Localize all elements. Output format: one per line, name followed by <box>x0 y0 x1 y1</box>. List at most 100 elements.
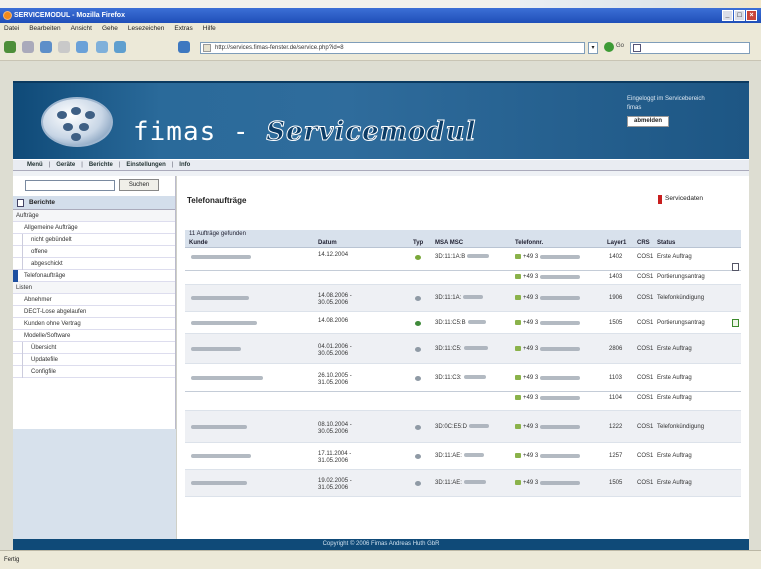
bookmark-icon[interactable] <box>178 41 190 53</box>
phone-value: +49 3 <box>523 395 539 402</box>
menu-bearbeiten[interactable]: Bearbeiten <box>29 23 60 35</box>
sidebar-item-5[interactable]: Telefonaufträge <box>13 270 175 282</box>
search-button[interactable]: Suchen <box>119 179 159 191</box>
nav-geraete[interactable]: Geräte <box>56 162 75 168</box>
url-dropdown-icon[interactable]: ▾ <box>588 42 598 54</box>
cell-layer1: 1505 <box>609 480 623 486</box>
home-icon[interactable] <box>76 41 88 53</box>
close-button[interactable]: × <box>746 10 757 21</box>
col-layer1[interactable]: Layer1 <box>607 239 626 248</box>
cell-status: Erste Auftrag <box>657 375 692 381</box>
go-icon[interactable] <box>604 42 614 52</box>
col-msa-msc[interactable]: MSA MSC <box>435 239 463 248</box>
table-header: Kunde Datum Typ MSA MSC Telefonnr. Layer… <box>185 239 741 248</box>
sidebar-item-0[interactable]: Aufträge <box>13 210 175 222</box>
cell-layer1: 1257 <box>609 453 623 459</box>
sidebar-item-10[interactable]: Modelle/Software <box>13 330 175 342</box>
sidebar-item-6[interactable]: Listen <box>13 282 175 294</box>
table-row[interactable]: 04.01.2006 - 30.05.2006 3D:11:C5: +49 3 280… <box>185 334 741 364</box>
redacted-phone <box>540 254 581 259</box>
menu-hilfe[interactable]: Hilfe <box>203 23 216 35</box>
minimize-button[interactable]: _ <box>722 10 733 21</box>
table-row[interactable]: 19.02.2005 - 31.05.2006 3D:11:AE: +49 3 150… <box>185 470 741 497</box>
col-datum[interactable]: Datum <box>318 239 337 248</box>
main-nav: Menü | Geräte | Berichte | Einstellungen | I… <box>13 159 749 171</box>
sidebar-section-header[interactable]: Berichte <box>13 196 175 210</box>
sidebar-search: Suchen <box>13 176 175 196</box>
redacted-phone <box>540 453 581 458</box>
phone-line: +49 3 1505 COS1 Erste Auftrag <box>185 477 741 490</box>
col-status[interactable]: Status <box>657 239 675 248</box>
sidebar-item-label: nicht gebündelt <box>31 237 72 243</box>
sidebar-item-4[interactable]: abgeschickt <box>13 258 175 270</box>
document-icon[interactable] <box>732 263 739 271</box>
col-kunde[interactable]: Kunde <box>189 239 208 248</box>
table-row[interactable]: 14.08.2006 - 30.05.2006 3D:11:1A: +49 3 190… <box>185 285 741 312</box>
col-telefonnr[interactable]: Telefonnr. <box>515 239 543 248</box>
cell-crs: COS1 <box>637 424 654 430</box>
table-row[interactable]: 14.12.2004 3D:11:1A:B +49 3 1402 COS1 Erste A… <box>185 249 741 285</box>
phone-line: +49 3 1906 COS1 Telefonkündigung <box>185 292 741 305</box>
cell-layer1: 1403 <box>609 274 623 280</box>
sidebar-item-1[interactable]: Allgemeine Aufträge <box>13 222 175 234</box>
nav-einstellungen[interactable]: Einstellungen <box>126 162 165 168</box>
document-icon[interactable] <box>732 319 739 327</box>
sidebar-item-11[interactable]: Übersicht <box>13 342 175 354</box>
brand-suffix: Servicemodul <box>266 117 477 148</box>
sidebar-item-7[interactable]: Abnehmer <box>13 294 175 306</box>
servicedaten-link[interactable]: Servicedaten <box>658 195 703 204</box>
phone-line: +49 3 1257 COS1 Erste Auftrag <box>185 450 741 463</box>
logout-button[interactable]: abmelden <box>627 116 670 127</box>
phone-value: +49 3 <box>523 453 539 460</box>
back-icon[interactable] <box>4 41 16 53</box>
cell-crs: COS1 <box>637 453 654 459</box>
sidebar-item-2[interactable]: nicht gebündelt <box>13 234 175 246</box>
table-row[interactable]: 08.10.2004 - 30.05.2006 3D:0C:E5:D +49 3 12… <box>185 411 741 443</box>
table-row[interactable]: 26.10.2005 - 31.05.2006 3D:11:C3: +49 3 110… <box>185 364 741 411</box>
menu-datei[interactable]: Datei <box>4 23 19 35</box>
sidebar-item-8[interactable]: DECT-Lose abgelaufen <box>13 306 175 318</box>
menu-gehe[interactable]: Gehe <box>102 23 118 35</box>
table-row[interactable]: 17.11.2004 - 31.05.2006 3D:11:AE: +49 3 125… <box>185 443 741 470</box>
sidebar-item-label: offene <box>31 249 48 255</box>
window-icon[interactable] <box>114 41 126 53</box>
cell-status: Erste Auftrag <box>657 395 692 401</box>
cell-layer1: 1103 <box>609 375 622 381</box>
col-typ[interactable]: Typ <box>413 239 423 248</box>
url-bar[interactable]: http://services.fimas-fenster.de/service… <box>200 42 585 54</box>
stop-icon[interactable] <box>58 41 70 53</box>
phone-value: +49 3 <box>523 375 539 382</box>
sidebar-item-13[interactable]: Configfile <box>13 366 175 378</box>
cell-telefonnr: +49 3 <box>515 346 581 352</box>
menu-lesezeichen[interactable]: Lesezeichen <box>128 23 165 35</box>
new-tab-icon[interactable] <box>96 41 108 53</box>
search-input[interactable] <box>25 180 115 191</box>
page-content: fimas - Servicemodul Eingeloggt im Servi… <box>0 61 761 550</box>
go-label[interactable]: Go <box>616 43 624 49</box>
sidebar-item-label: Übersicht <box>31 345 57 351</box>
nav-menu[interactable]: Menü <box>27 162 43 168</box>
maximize-button[interactable]: □ <box>734 10 745 21</box>
web-search-input[interactable] <box>630 42 750 54</box>
reload-icon[interactable] <box>40 41 52 53</box>
sidebar-item-3[interactable]: offene <box>13 246 175 258</box>
redacted-phone <box>540 375 581 380</box>
sidebar-item-12[interactable]: Updatefile <box>13 354 175 366</box>
document-icon <box>17 199 24 207</box>
sidebar-item-label: Telefonaufträge <box>24 273 66 279</box>
sidebar-item-9[interactable]: Kunden ohne Vertrag <box>13 318 175 330</box>
cell-telefonnr: +49 3 <box>515 453 581 460</box>
nav-info[interactable]: Info <box>179 162 190 168</box>
cell-telefonnr: +49 3 <box>515 295 581 301</box>
nav-berichte[interactable]: Berichte <box>89 162 113 168</box>
phone-icon <box>515 480 521 485</box>
col-crs[interactable]: CRS <box>637 239 650 248</box>
menu-ansicht[interactable]: Ansicht <box>71 23 92 35</box>
cell-status: Telefonkündigung <box>657 295 705 301</box>
sidebar-item-label: Updatefile <box>31 357 59 363</box>
login-line1: Eingeloggt im Servicebereich <box>627 96 705 102</box>
forward-icon[interactable] <box>22 41 34 53</box>
menu-extras[interactable]: Extras <box>174 23 192 35</box>
phone-icon <box>515 295 521 300</box>
table-row[interactable]: 14.08.2006 3D:11:C5:B +49 3 1505 COS1 Portier… <box>185 312 741 334</box>
